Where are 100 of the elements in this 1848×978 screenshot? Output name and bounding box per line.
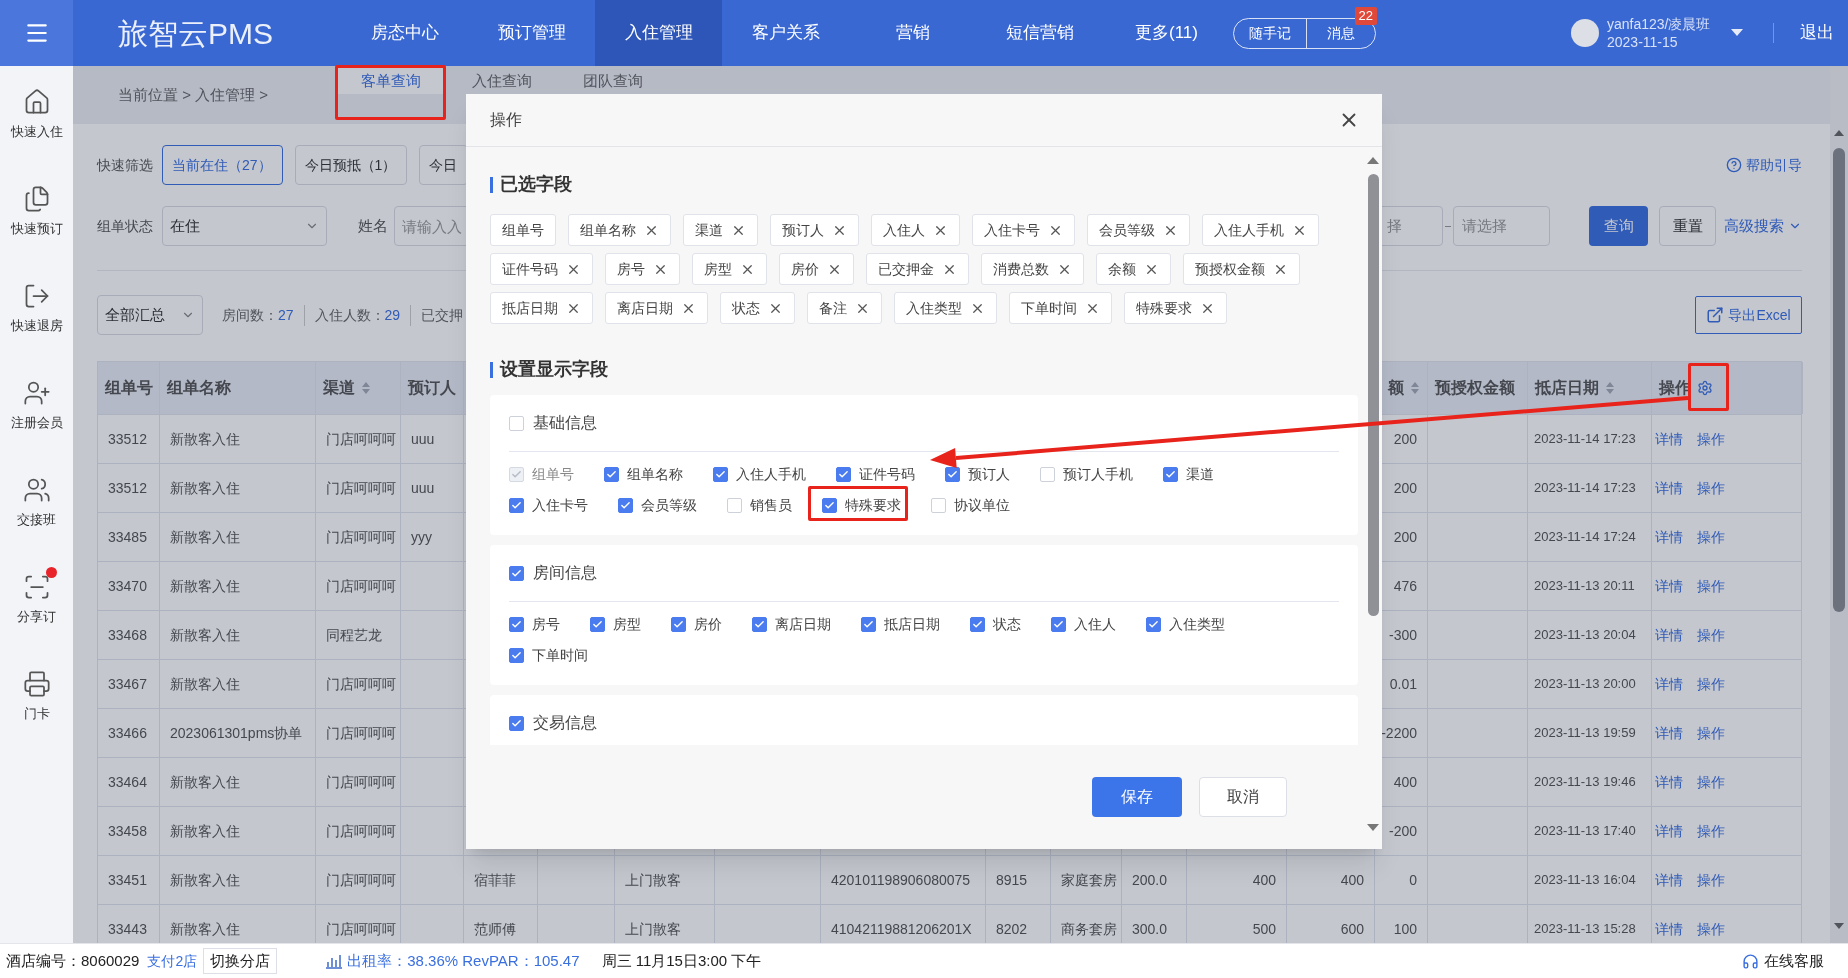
tag-label: 特殊要求 <box>1136 298 1192 318</box>
table-cell-text: 8915 <box>996 870 1028 890</box>
table-cell-text: 门店呵呵呵 <box>326 576 396 596</box>
tag-label: 入住卡号 <box>984 220 1040 240</box>
field-label: 证件号码 <box>859 464 915 484</box>
field-label: 房价 <box>694 614 722 634</box>
table-cell-text: 商务套房 <box>1061 919 1117 939</box>
table-cell-text: uuu <box>411 429 435 449</box>
table-cell-text: 476 <box>1393 576 1417 596</box>
table-cell-text: 0.01 <box>1389 674 1417 694</box>
table-cell-text: -300 <box>1388 625 1417 645</box>
table-cell-text: uuu <box>411 478 435 498</box>
table-cell-text: 上门散客 <box>625 919 681 939</box>
breadcrumb: 当前位置 > 入住管理 > <box>118 84 270 105</box>
table-cell-text: 新散客入住 <box>170 527 240 547</box>
field-label: 下单时间 <box>532 645 588 665</box>
group-label: 房间信息 <box>533 563 597 583</box>
occupancy-stats: 出租率：38.36% RevPAR：105.47 <box>347 950 580 971</box>
table-cell-text: 200.0 <box>1132 870 1168 890</box>
unread-badge: 22 <box>1354 6 1377 25</box>
date-time: 周三 11月15日3:00 下午 <box>601 950 762 971</box>
tag-label: 入住人 <box>883 220 925 240</box>
table-cell-text: -200 <box>1388 821 1417 841</box>
table-cell-text: 新散客入住 <box>170 821 240 841</box>
tag-label: 备注 <box>819 298 847 318</box>
table-cell-text: 200 <box>1393 527 1417 547</box>
table-cell-text: 2023-11-13 17:40 <box>1534 822 1636 841</box>
stat-label: 已交押 <box>421 305 464 325</box>
tag-label: 下单时间 <box>1021 298 1077 318</box>
table-cell-text: 2023-11-13 15:28 <box>1534 920 1636 939</box>
tag-label: 预订人 <box>782 220 824 240</box>
tag-label: 入住人手机 <box>1214 220 1284 240</box>
tag-label: 组单号 <box>502 220 544 240</box>
field-label: 特殊要求 <box>845 495 901 515</box>
table-cell-text: 33467 <box>108 674 147 694</box>
table-cell-text: 新散客入住 <box>170 625 240 645</box>
table-cell-text: 新散客入住 <box>170 772 240 792</box>
column-header: 组单号 <box>105 378 153 398</box>
field-label: 预订人手机 <box>1063 464 1133 484</box>
table-cell-text: 2023-11-14 17:23 <box>1534 430 1636 449</box>
user-name: yanfa123/凌晨班 <box>1607 15 1711 33</box>
field-label: 房号 <box>532 614 560 634</box>
status-label: 组单状态 <box>97 216 154 236</box>
field-label: 组单名称 <box>627 464 683 484</box>
table-cell-text: 2023-11-13 19:46 <box>1534 773 1636 792</box>
field-label: 渠道 <box>1186 464 1214 484</box>
table-cell-text: 新散客入住 <box>170 478 240 498</box>
table-cell-text: yyy <box>411 527 432 547</box>
tag-label: 抵店日期 <box>502 298 558 318</box>
table-cell-text: 家庭套房 <box>1061 870 1117 890</box>
table-cell-text: 33512 <box>108 478 147 498</box>
tag-label: 会员等级 <box>1099 220 1155 240</box>
table-cell-text: 门店呵呵呵 <box>326 723 396 743</box>
field-label: 状态 <box>993 614 1021 634</box>
table-cell-text: 400 <box>1393 772 1417 792</box>
name-label: 姓名 <box>358 215 389 236</box>
table-cell-text: 同程艺龙 <box>326 625 382 645</box>
table-cell-text: 100 <box>1393 919 1417 939</box>
table-cell-text: 门店呵呵呵 <box>326 429 396 449</box>
tag-label: 消费总数 <box>993 259 1049 279</box>
tag-label: 组单名称 <box>580 220 636 240</box>
table-cell-text: 2023-11-13 20:00 <box>1534 675 1636 694</box>
field-label: 入住类型 <box>1169 614 1225 634</box>
table-cell-text: 新散客入住 <box>170 576 240 596</box>
field-label: 入住人手机 <box>736 464 806 484</box>
table-cell-text: 门店呵呵呵 <box>326 919 396 939</box>
modal-title: 操作 <box>490 110 522 130</box>
table-cell-text: 2023-11-14 17:23 <box>1534 479 1636 498</box>
table-cell-text: 上门散客 <box>625 870 681 890</box>
table-cell-text: 33451 <box>108 870 147 890</box>
section-title: 设置显示字段 <box>500 358 608 381</box>
table-cell-text: 门店呵呵呵 <box>326 870 396 890</box>
group-label: 基础信息 <box>533 413 597 433</box>
table-cell-text: 2023061301pms协单 <box>170 723 303 743</box>
stat-value: 29 <box>384 305 401 325</box>
shift-date: 2023-11-15 <box>1607 33 1679 51</box>
table-cell-text: 门店呵呵呵 <box>326 674 396 694</box>
stat-label: 房间数： <box>222 305 278 325</box>
table-cell-text: 41042119881206201X <box>831 919 972 939</box>
column-header: 组单名称 <box>167 378 231 398</box>
table-cell-text: 宿菲菲 <box>474 870 516 890</box>
table-cell-text: 33468 <box>108 625 147 645</box>
table-cell-text: 33458 <box>108 821 147 841</box>
tag-label: 离店日期 <box>617 298 673 318</box>
field-label: 离店日期 <box>775 614 831 634</box>
field-label: 会员等级 <box>641 495 697 515</box>
filter-label: 快速筛选 <box>97 155 154 175</box>
table-cell-text: 33512 <box>108 429 147 449</box>
table-cell-text: 2023-11-13 19:59 <box>1534 724 1636 743</box>
tag-label: 房号 <box>617 259 645 279</box>
section-title: 已选字段 <box>500 173 572 196</box>
column-header: 预授权金额 <box>1435 378 1515 398</box>
table-cell-text: 门店呵呵呵 <box>326 527 396 547</box>
tag-label: 状态 <box>732 298 760 318</box>
table-cell-text: 420101198906080075 <box>831 870 971 890</box>
tag-label: 已交押金 <box>878 259 934 279</box>
tag-label: 证件号码 <box>502 259 558 279</box>
field-label: 入住卡号 <box>532 495 588 515</box>
table-cell-text: 2023-11-13 20:11 <box>1534 577 1635 596</box>
field-label: 预订人 <box>968 464 1010 484</box>
